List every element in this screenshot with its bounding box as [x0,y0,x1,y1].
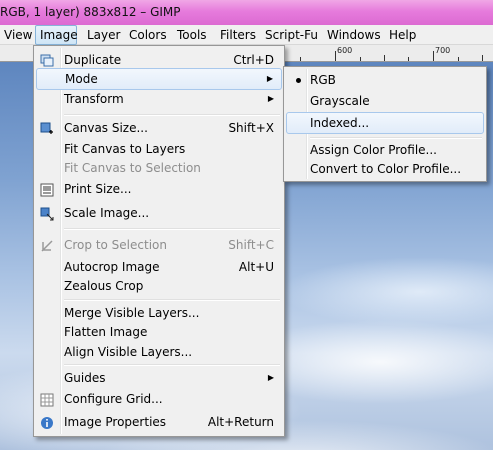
menu-tools[interactable]: Tools [173,25,211,45]
menu-item-label: Scale Image... [64,206,150,220]
menu-item-label: Align Visible Layers... [64,345,193,359]
menu-item-label: RGB [310,73,336,87]
menu-item-label: Zealous Crop [64,279,144,293]
menu-item-shortcut: Shift+X [228,121,274,135]
menu-item-indexed[interactable]: Indexed... [286,112,484,134]
menu-item-label: Transform [64,92,124,106]
print-size-icon [40,182,54,197]
menu-separator [64,228,280,230]
ruler-tick [408,57,409,61]
menu-colors[interactable]: Colors [125,25,171,45]
grid-icon [40,392,54,407]
menu-item-label: Configure Grid... [64,392,163,406]
ruler-label-600: 600 [337,46,353,55]
menu-windows[interactable]: Windows [323,25,385,45]
ruler-tick [458,57,459,61]
menu-item-print-size[interactable]: Print Size... [36,178,282,200]
menu-filters[interactable]: Filters [216,25,260,45]
submenu-arrow-icon: ▶ [267,94,274,103]
menu-item-label: Image Properties [64,415,167,429]
info-icon [40,415,54,429]
ruler-tick [433,51,434,61]
window-title: RGB, 1 layer) 883x812 – GIMP [0,5,181,19]
ruler-tick [384,55,385,61]
menu-bar: View Image Layer Colors Tools Filters Sc… [0,25,493,45]
menu-item-fit-canvas-to-selection[interactable]: Fit Canvas to Selection [36,157,282,179]
ruler-label-700: 700 [435,46,451,55]
menu-item-label: Indexed... [310,116,370,130]
scale-image-icon [40,206,54,221]
menu-layer[interactable]: Layer [83,25,124,45]
menu-item-crop-to-selection[interactable]: Crop to Selection Shift+C [36,234,282,256]
menu-item-rgb[interactable]: RGB [286,69,484,91]
menu-item-label: Crop to Selection [64,238,167,252]
menu-script-fu[interactable]: Script-Fu [261,25,322,45]
menu-item-shortcut: Shift+C [228,238,274,252]
menu-item-label: Fit Canvas to Selection [64,161,201,175]
menu-item-zealous-crop[interactable]: Zealous Crop [36,275,282,297]
image-menu: Duplicate Ctrl+D Mode ▶ Transform ▶ Canv… [33,45,285,437]
menu-item-label: Grayscale [310,94,370,108]
menu-item-label: Convert to Color Profile... [310,162,462,176]
duplicate-icon [40,53,54,67]
menu-help[interactable]: Help [385,25,420,45]
ruler-tick [335,51,336,61]
menu-item-label: Guides [64,371,106,385]
ruler-tick [300,57,301,61]
menu-item-image-properties[interactable]: Image Properties Alt+Return [36,411,282,433]
menu-item-align-visible-layers[interactable]: Align Visible Layers... [36,341,282,363]
menu-item-mode[interactable]: Mode ▶ [36,68,282,90]
selected-bullet-icon [296,78,301,83]
menu-separator [64,299,280,301]
menu-item-shortcut: Alt+Return [207,415,274,429]
menu-item-transform[interactable]: Transform ▶ [36,88,282,110]
menu-item-grayscale[interactable]: Grayscale [286,90,484,112]
menu-item-flatten-image[interactable]: Flatten Image [36,321,282,343]
menu-item-label: Canvas Size... [64,121,148,135]
mode-submenu: RGB Grayscale Indexed... Assign Color Pr… [283,66,487,182]
submenu-arrow-icon: ▶ [267,373,274,382]
menu-item-scale-image[interactable]: Scale Image... [36,202,282,224]
canvas-size-icon [40,121,54,135]
menu-item-label: Print Size... [64,182,132,196]
menu-item-canvas-size[interactable]: Canvas Size... Shift+X [36,117,282,139]
menu-item-label: Mode [65,72,98,86]
menu-item-configure-grid[interactable]: Configure Grid... [36,388,282,410]
menu-separator [64,364,280,366]
menu-separator [64,114,280,116]
ruler-tick [360,57,361,61]
menu-item-guides[interactable]: Guides ▶ [36,367,282,389]
crop-icon [40,238,54,252]
window-title-bar: RGB, 1 layer) 883x812 – GIMP [0,0,493,25]
menu-view[interactable]: View [0,25,36,45]
menu-item-convert-to-color-profile[interactable]: Convert to Color Profile... [286,158,484,180]
submenu-arrow-icon: ▶ [266,74,273,83]
menu-image[interactable]: Image [35,25,78,45]
ruler-tick [482,55,483,61]
menu-item-label: Flatten Image [64,325,148,339]
